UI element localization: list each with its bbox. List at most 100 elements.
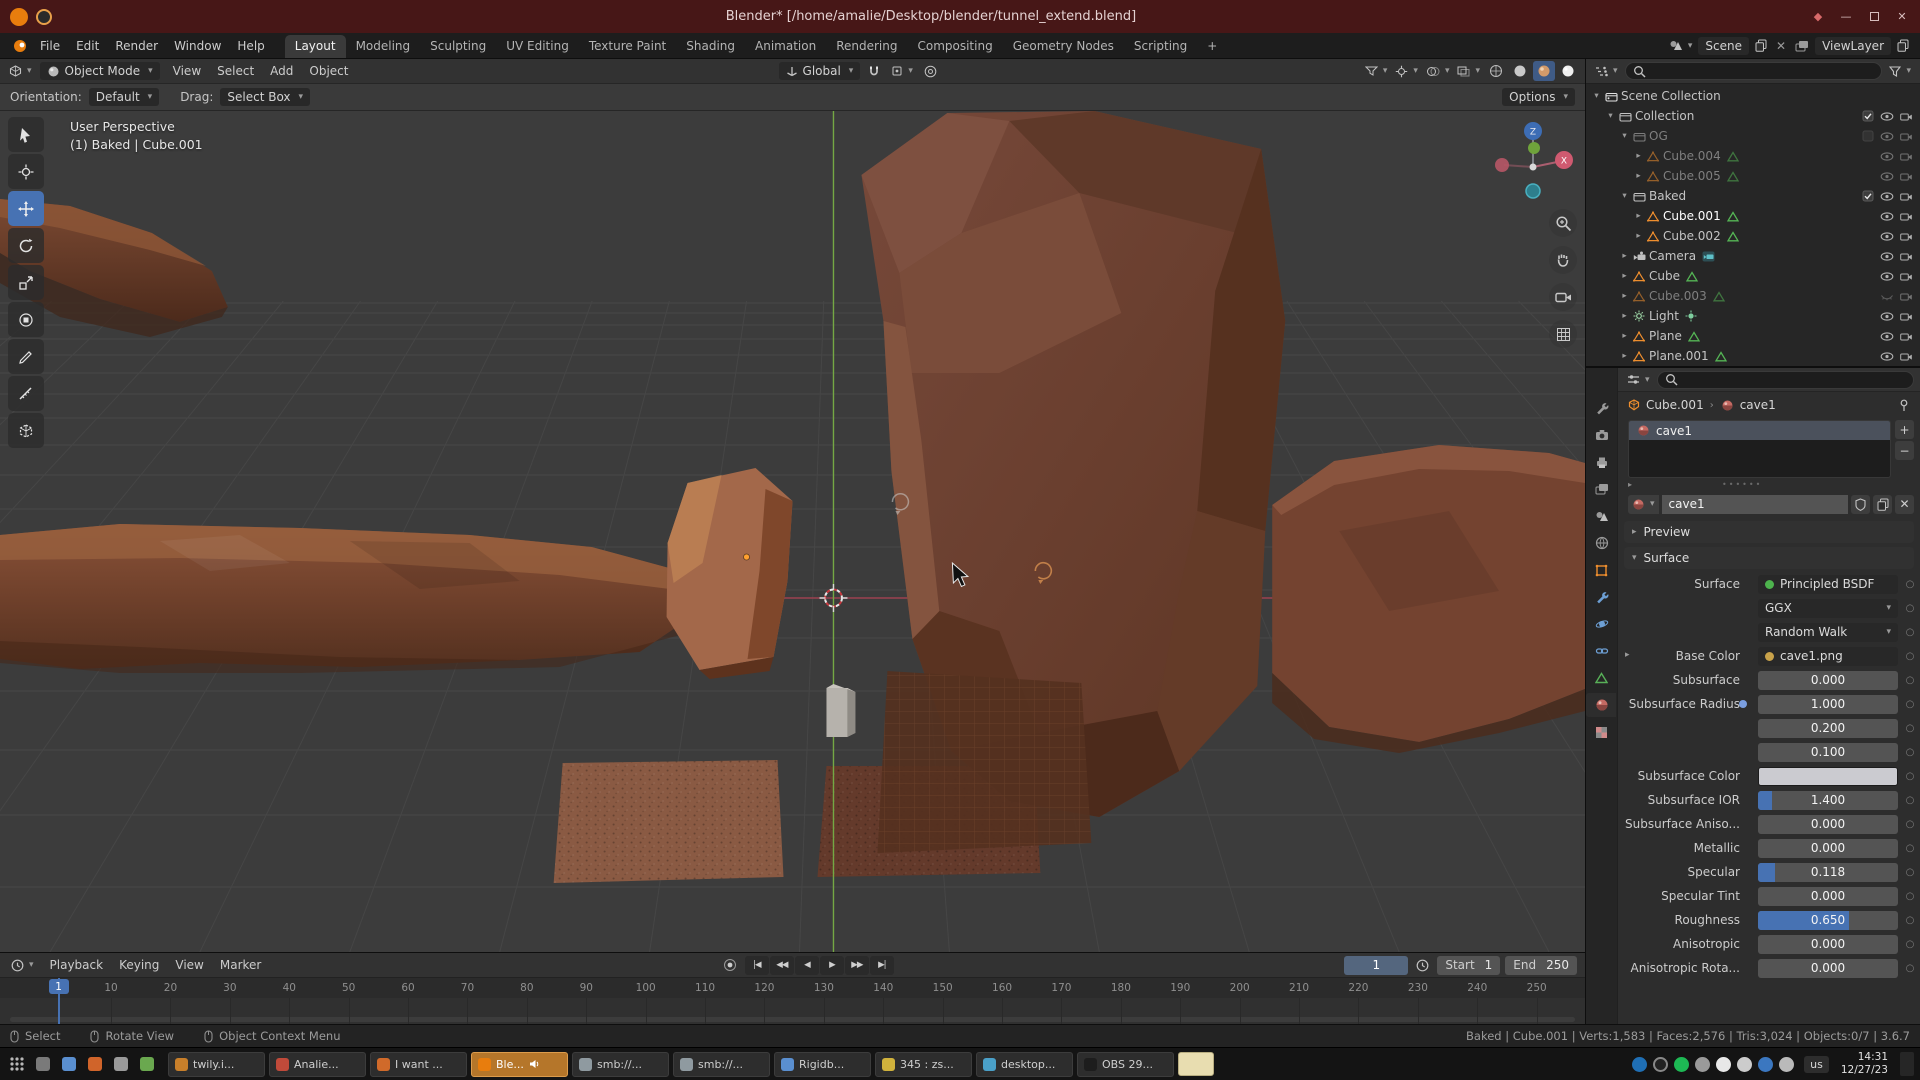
properties-tab-output[interactable] [1588,450,1616,474]
auto-keying-button[interactable] [720,956,740,974]
prop-field-subsurface-ior[interactable]: 1.400 [1758,791,1898,810]
keyframe-decorator-icon[interactable]: ○ [1898,747,1920,758]
expander-icon[interactable]: ▸ [1632,171,1645,181]
menu-edit[interactable]: Edit [68,36,107,56]
maximize-button[interactable] [1866,9,1882,25]
select-box-tool-button[interactable] [8,117,44,152]
minimize-button[interactable]: — [1838,9,1854,25]
3d-scene[interactable] [0,111,1585,952]
viewport-menu-select[interactable]: Select [209,61,262,81]
grip-handle-icon[interactable]: •••••• [1722,480,1762,489]
disable-render-icon[interactable] [1898,172,1914,181]
hide-eye-icon[interactable] [1879,132,1895,141]
small-box-object[interactable] [826,684,855,737]
scale-tool-button[interactable] [8,265,44,300]
blender-menu-icon[interactable] [8,37,32,55]
prop-field-value[interactable]: 0.200 [1758,719,1898,738]
sticky-note-button[interactable] [1178,1052,1214,1076]
hide-eye-icon[interactable] [1879,192,1895,201]
preview-panel-header[interactable]: ▸ Preview [1624,521,1914,543]
exclude-checkbox[interactable] [1860,190,1876,202]
workspace-tab-uv-editing[interactable]: UV Editing [496,35,579,58]
properties-tab-modifiers[interactable] [1588,585,1616,609]
disable-render-icon[interactable] [1898,152,1914,161]
hide-eye-icon[interactable] [1879,212,1895,221]
expand-icon[interactable]: ▸ [1625,650,1630,660]
fake-user-button[interactable] [1851,495,1870,514]
pan-button[interactable] [1549,246,1577,274]
outliner-row-camera[interactable]: ▸Camera [1586,246,1920,266]
hide-eye-icon[interactable] [1879,332,1895,341]
keyframe-decorator-icon[interactable]: ○ [1898,723,1920,734]
surface-panel-header[interactable]: ▾ Surface [1624,547,1914,569]
timeline-editor-type-button[interactable]: ▾ [8,957,37,974]
current-frame-marker[interactable]: 1 [58,978,60,1024]
prop-field-value[interactable]: 0.100 [1758,743,1898,762]
disable-render-icon[interactable] [1898,232,1914,241]
timeline-ruler[interactable]: 1102030405060708090100110120130140150160… [0,978,1585,998]
browser-icon[interactable] [84,1053,106,1075]
taskbar-app-twily-i[interactable]: twily.i... [168,1052,265,1077]
new-scene-button[interactable] [1752,37,1770,54]
prop-field-metallic[interactable]: 0.000 [1758,839,1898,858]
outliner-row-cube-002[interactable]: ▸Cube.002 [1586,226,1920,246]
workspace-tab-layout[interactable]: Layout [285,35,346,58]
workspace-tab-rendering[interactable]: Rendering [826,35,907,58]
taskbar-app-rigidb[interactable]: Rigidb... [774,1052,871,1077]
hide-eye-icon[interactable] [1879,232,1895,241]
outliner-row-baked[interactable]: ▾Baked [1586,186,1920,206]
start-frame-field[interactable]: Start1 [1437,956,1500,975]
timeline-menu-keying[interactable]: Keying [111,955,167,975]
files-icon[interactable] [58,1053,80,1075]
axis-negz-ball[interactable] [1526,184,1540,198]
material-slot-list[interactable]: cave1 [1628,420,1891,478]
properties-tab-constraints[interactable] [1588,639,1616,663]
window-pin-icon[interactable]: ◆ [1810,9,1826,25]
expander-icon[interactable]: ▸ [1632,211,1645,221]
properties-tab-object[interactable] [1588,558,1616,582]
prop-field-roughness[interactable]: 0.650 [1758,911,1898,930]
workspace-tab-texture-paint[interactable]: Texture Paint [579,35,676,58]
prop-field-base-color[interactable]: cave1.png [1758,647,1898,666]
disable-render-icon[interactable] [1898,292,1914,301]
properties-tab-view-layer[interactable] [1588,477,1616,501]
mode-selector[interactable]: Object Mode▾ [40,62,160,80]
add-cube-tool-button[interactable] [8,413,44,448]
disable-render-icon[interactable] [1898,252,1914,261]
taskbar-app-345-zs[interactable]: 345 : zs... [875,1052,972,1077]
media-player-tray-icon[interactable] [1716,1057,1731,1072]
hide-eye-icon[interactable] [1879,352,1895,361]
prop-field-anisotropic-rota[interactable]: 0.000 [1758,959,1898,978]
show-desktop-button[interactable] [1900,1052,1914,1076]
toggle-ortho-button[interactable] [1549,320,1577,348]
taskbar-app-smb[interactable]: smb://... [673,1052,770,1077]
rotate-tool-button[interactable] [8,228,44,263]
keyframe-decorator-icon[interactable]: ○ [1898,771,1920,782]
shading-solid-button[interactable] [1509,61,1531,81]
outliner-row-plane[interactable]: ▸Plane [1586,326,1920,346]
steam-tray-icon[interactable] [1632,1057,1647,1072]
navigation-gizmo[interactable]: Z X [1491,115,1575,207]
new-viewlayer-button[interactable] [1894,37,1912,54]
pin-id-button[interactable] [1896,397,1912,414]
menu-file[interactable]: File [32,36,68,56]
expander-icon[interactable]: ▸ [1618,311,1631,321]
properties-tab-tool[interactable] [1588,396,1616,420]
axis-y-ball[interactable] [1528,142,1540,154]
viewport-menu-add[interactable]: Add [262,61,301,81]
axis-negx-ball[interactable] [1495,158,1509,172]
orientation-dropdown[interactable]: Default▾ [89,88,159,106]
spotify-tray-icon[interactable] [1674,1057,1689,1072]
new-material-button[interactable] [1873,495,1892,514]
transform-orientation-selector[interactable]: Global▾ [779,62,861,80]
unlink-material-button[interactable]: ✕ [1895,495,1914,514]
exclude-checkbox[interactable] [1860,110,1876,122]
outliner-row-cube-003[interactable]: ▸Cube.003 [1586,286,1920,306]
shadow-grid-mesh[interactable] [877,671,1091,853]
volume-tray-icon[interactable] [1737,1057,1752,1072]
snap-target-selector[interactable]: ▾ [888,63,916,79]
blender-logo-icon[interactable] [10,8,28,26]
close-button[interactable]: ✕ [1894,9,1910,25]
next-keyframe-button[interactable]: ▶▶ [845,956,869,975]
outliner-row-cube-001[interactable]: ▸Cube.001 [1586,206,1920,226]
